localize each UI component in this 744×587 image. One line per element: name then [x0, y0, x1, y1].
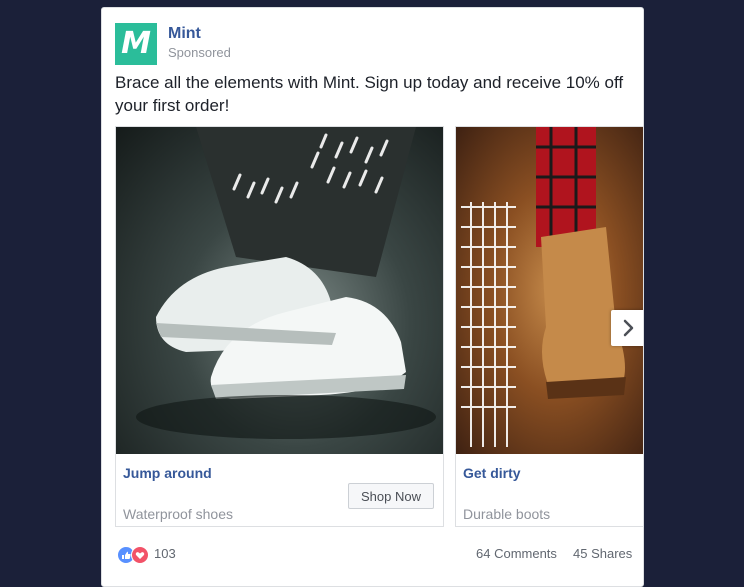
- sneakers-illustration: [136, 127, 436, 439]
- card-subtitle-waterproof-shoes: Waterproof shoes: [123, 506, 233, 522]
- shop-now-button[interactable]: Shop Now: [348, 483, 434, 509]
- sponsored-label[interactable]: Sponsored: [168, 45, 231, 60]
- sneakers-photo[interactable]: [116, 127, 443, 454]
- card-title-get-dirty[interactable]: Get dirty: [463, 465, 521, 481]
- mint-logo[interactable]: M: [115, 23, 157, 65]
- carousel-card-jump-around[interactable]: Jump around Shop Now Waterproof shoes: [115, 126, 444, 527]
- boots-illustration: [461, 127, 626, 447]
- card-subtitle-durable-boots: Durable boots: [463, 506, 551, 522]
- card-title-jump-around[interactable]: Jump around: [123, 465, 212, 481]
- logo-letter: M: [121, 26, 151, 61]
- sponsored-post-card: M Mint Sponsored Brace all the elements …: [101, 7, 644, 587]
- reaction-count[interactable]: 103: [154, 546, 176, 561]
- post-text: Brace all the elements with Mint. Sign u…: [115, 73, 624, 115]
- love-icon[interactable]: [131, 546, 149, 564]
- shares-count-link[interactable]: 45 Shares: [573, 546, 632, 561]
- comments-count-link[interactable]: 64 Comments: [476, 546, 557, 561]
- carousel-next-button[interactable]: [611, 310, 643, 346]
- chevron-right-icon: [623, 319, 634, 337]
- boots-photo[interactable]: [456, 127, 643, 454]
- page-name-link[interactable]: Mint: [168, 25, 201, 43]
